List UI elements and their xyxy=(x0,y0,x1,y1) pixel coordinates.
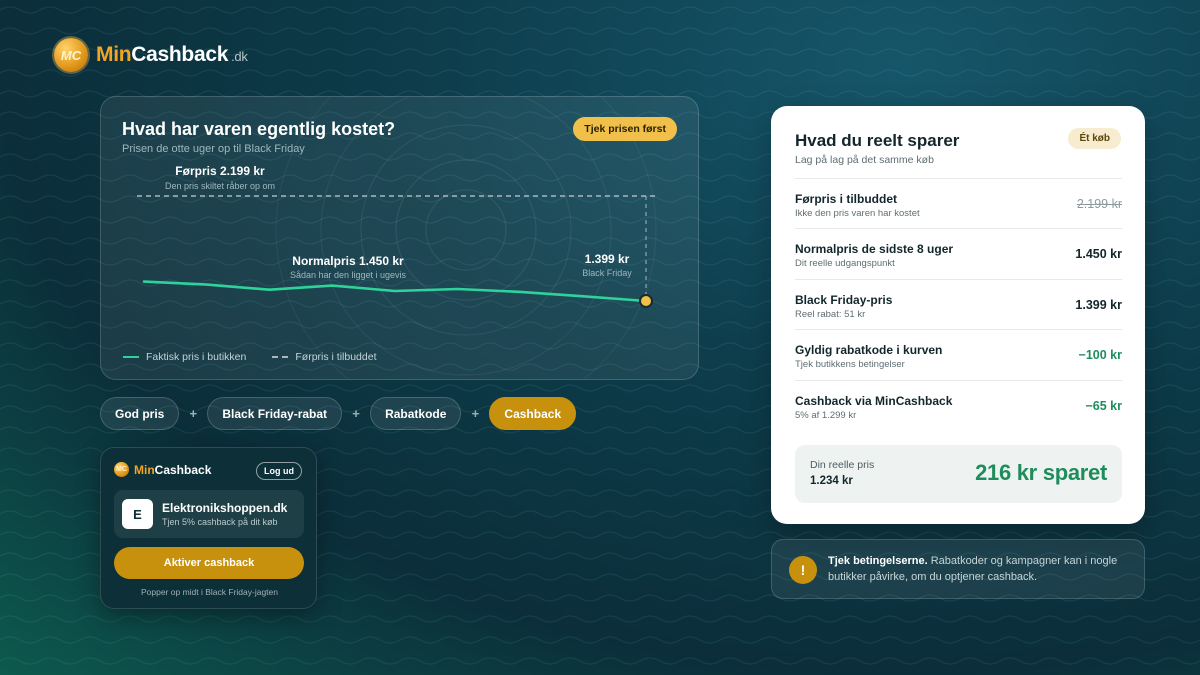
savings-row-black-friday-price: Black Friday-pris Reel rabat: 51 kr 1.39… xyxy=(795,278,1122,329)
brand-logo[interactable]: MC MinCashback .dk xyxy=(54,38,248,72)
brand-tld: .dk xyxy=(231,49,248,64)
coin-logo-icon: MC xyxy=(54,38,88,72)
single-purchase-badge: Ét køb xyxy=(1068,128,1121,149)
savings-title: Hvad du reelt sparer xyxy=(795,131,960,150)
chart-title: Hvad har varen egentlig kostet? xyxy=(122,119,396,139)
savings-row-normal-price: Normalpris de sidste 8 uger Dit reelle u… xyxy=(795,228,1122,278)
actual-price-line xyxy=(142,280,648,303)
savings-row-before-price: Førpris i tilbuddet Ikke den pris varen … xyxy=(795,178,1122,228)
chart-legend: Faktisk pris i butikken Førpris i tilbud… xyxy=(123,351,376,363)
chart-subtitle: Prisen de otte uger op til Black Friday xyxy=(122,143,305,155)
notice-bold: Tjek betingelserne. xyxy=(828,555,928,567)
logout-button[interactable]: Log ud xyxy=(256,462,302,480)
normal-price-label: Normalpris 1.450 kr xyxy=(292,254,404,268)
black-friday-price-marker xyxy=(639,294,653,308)
row-note: 5% af 1.299 kr xyxy=(795,409,857,421)
popup-brand-min: Min xyxy=(134,462,155,477)
row-label: Gyldig rabatkode i kurven xyxy=(795,343,943,358)
terms-notice: ! Tjek betingelserne. Rabatkoder og kamp… xyxy=(771,539,1145,599)
row-value: −100 kr xyxy=(1078,348,1122,363)
popup-brand-cashback: Cashback xyxy=(154,462,212,477)
black-friday-price-note: Black Friday xyxy=(582,268,632,278)
cashback-extension-popup: MC MinCashback Log ud E Elektronikshoppe… xyxy=(100,447,317,609)
savings-row-cashback: Cashback via MinCashback 5% af 1.299 kr … xyxy=(795,379,1123,430)
shop-name: Elektronikshoppen.dk xyxy=(162,501,288,515)
brand-part-min: Min xyxy=(96,43,132,66)
pill-cashback[interactable]: Cashback xyxy=(489,397,577,430)
savings-rows: Førpris i tilbuddet Ikke den pris varen … xyxy=(795,178,1122,430)
warning-icon: ! xyxy=(789,556,817,584)
popup-footer-note: Popper op midt i Black Friday-jagten xyxy=(140,587,278,597)
brand-part-cashback: Cashback xyxy=(131,43,229,66)
legend-actual-label: Faktisk pris i butikken xyxy=(146,351,247,363)
price-history-card: Førpris 2.199 kr Den pris skiltet råber … xyxy=(100,96,699,380)
real-price-value: 1.234 kr xyxy=(810,475,853,487)
notice-text: Tjek betingelserne. Rabatkoder og kampag… xyxy=(828,553,1128,585)
plus-separator: + xyxy=(352,406,360,421)
legend-item-before: Førpris i tilbuddet xyxy=(272,351,376,363)
real-price-label: Din reelle pris xyxy=(810,459,875,471)
savings-row-discount-code: Gyldig rabatkode i kurven Tjek butikkens… xyxy=(795,329,1122,379)
row-label: Black Friday-pris xyxy=(795,292,893,307)
pill-good-price[interactable]: God pris xyxy=(100,397,180,430)
total-saved-value: 216 kr sparet xyxy=(975,460,1107,485)
row-label: Cashback via MinCashback xyxy=(795,393,953,408)
row-label: Førpris i tilbuddet xyxy=(795,192,897,206)
brand-wordmark: MinCashback .dk xyxy=(96,43,248,67)
row-label: Normalpris de sidste 8 uger xyxy=(795,242,954,257)
savings-breakdown-card: Hvad du reelt sparer Lag på lag på det s… xyxy=(771,106,1145,524)
legend-item-actual: Faktisk pris i butikken xyxy=(123,351,246,363)
row-value: 1.450 kr xyxy=(1075,247,1122,262)
popup-logo: MC MinCashback xyxy=(114,462,211,477)
activate-cashback-button[interactable]: Aktiver cashback xyxy=(114,547,304,579)
row-note: Reel rabat: 51 kr xyxy=(795,308,866,320)
before-price-note: Den pris skiltet råber op om xyxy=(165,181,275,191)
pill-black-friday-discount[interactable]: Black Friday-rabat xyxy=(207,397,343,430)
row-note: Dit reelle udgangspunkt xyxy=(795,258,895,270)
row-note: Ikke den pris varen har kostet xyxy=(795,208,920,219)
shop-avatar: E xyxy=(122,499,153,529)
savings-layers-pills: God pris + Black Friday-rabat + Rabatkod… xyxy=(100,397,577,430)
row-value: 1.399 kr xyxy=(1075,297,1122,312)
before-price-label: Førpris 2.199 kr xyxy=(175,164,265,178)
check-price-button[interactable]: Tjek prisen først xyxy=(573,117,677,141)
coin-logo-icon: MC xyxy=(114,462,129,477)
plus-separator: + xyxy=(189,406,198,421)
legend-before-label: Førpris i tilbuddet xyxy=(295,351,377,363)
legend-dashed-swatch xyxy=(272,356,289,358)
row-note: Tjek butikkens betingelser xyxy=(795,359,905,371)
shop-info: E Elektronikshoppen.dk Tjen 5% cashback … xyxy=(114,490,304,538)
black-friday-price-label: 1.399 kr xyxy=(585,252,630,266)
shop-cashback-rate: Tjen 5% cashback på dit køb xyxy=(162,517,278,527)
savings-subtitle: Lag på lag på det samme køb xyxy=(795,154,934,166)
legend-solid-swatch xyxy=(123,356,139,358)
plus-separator: + xyxy=(471,406,480,421)
row-value: 2.199 kr xyxy=(1076,197,1122,211)
pill-discount-code[interactable]: Rabatkode xyxy=(370,397,462,430)
row-value: −65 kr xyxy=(1085,398,1123,413)
real-price-summary: Din reelle pris 1.234 kr 216 kr sparet xyxy=(795,445,1122,503)
normal-price-note: Sådan har den ligget i ugevis xyxy=(290,270,407,280)
popup-wordmark: MinCashback xyxy=(134,463,211,477)
